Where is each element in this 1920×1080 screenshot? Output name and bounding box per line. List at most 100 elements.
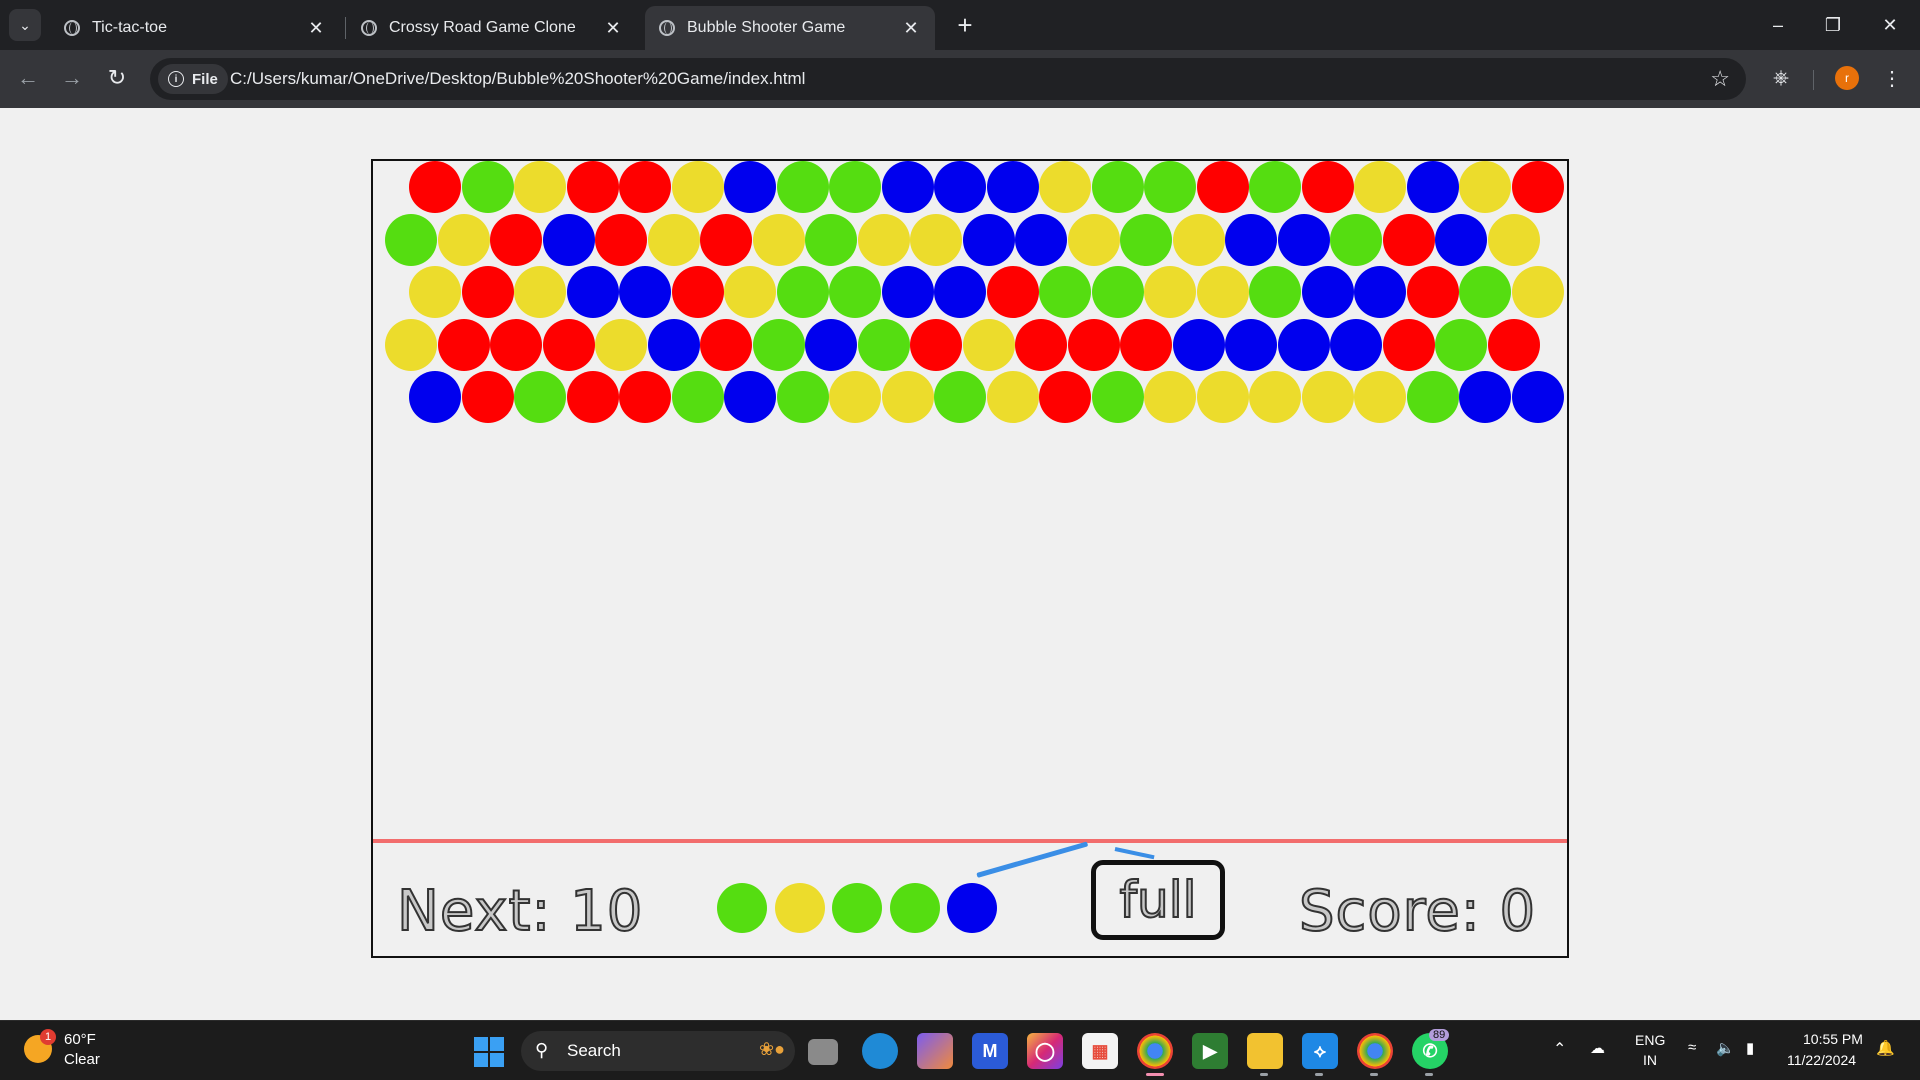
taskbar-search[interactable]: ⚲ Search ❀● [521,1031,795,1071]
bubble [1330,318,1382,371]
bubble [1067,213,1120,266]
bubble [752,213,805,266]
bubble [542,213,595,266]
weather-badge: 1 [40,1029,56,1045]
restore-button[interactable]: ❐ [1813,8,1853,42]
bubble [700,318,752,371]
start-windows-icon[interactable] [474,1037,504,1067]
chrome-profile-icon[interactable] [1357,1033,1393,1069]
close-icon[interactable]: ✕ [306,18,326,39]
tab-search-button[interactable]: ⌄ [9,9,41,41]
vscode-icon[interactable]: ⟡ [1302,1033,1338,1069]
weather-temperature: 60°F [64,1031,96,1048]
bubble [1249,371,1301,423]
bubble [962,213,1015,266]
bubble [776,161,829,213]
bubble [857,213,910,266]
instagram-icon[interactable]: ◯ [1027,1033,1063,1069]
bubble [805,213,857,266]
tab-bubble-shooter[interactable]: Bubble Shooter Game ✕ [645,6,935,50]
microsoft-store-icon[interactable]: ▦ [1082,1033,1118,1069]
chrome-icon[interactable] [1137,1033,1173,1069]
globe-icon [64,20,80,36]
task-view-icon[interactable] [808,1039,838,1065]
bubble [514,266,566,318]
chevron-up-icon[interactable]: ⌃ [1553,1039,1566,1059]
file-explorer-icon[interactable] [1247,1033,1283,1069]
bubble [962,318,1015,371]
wifi-icon[interactable]: ≈ [1688,1039,1696,1056]
onedrive-cloud-icon[interactable]: ☁ [1590,1039,1605,1057]
search-label: Search [567,1041,621,1060]
bubble [1120,213,1172,266]
bubble [1015,318,1067,371]
app-m-icon[interactable]: M [972,1033,1008,1069]
language-bottom[interactable]: IN [1643,1052,1657,1068]
bookmark-star-icon[interactable]: ☆ [1710,66,1730,92]
vscode-running-indicator [1315,1073,1323,1076]
forward-button[interactable]: → [56,62,88,94]
bubble [595,318,647,371]
toolbar-divider [1813,70,1814,90]
score-display: Score: 0 [1298,878,1537,945]
full-button[interactable]: full [1091,860,1225,940]
game-board[interactable]: Next: 10 full Score: 0 [371,159,1569,958]
edge-browser-icon[interactable] [862,1033,898,1069]
extensions-icon[interactable]: ⎈ [1765,62,1797,94]
battery-icon[interactable]: ▮ [1746,1039,1754,1057]
clock-time[interactable]: 10:55 PM [1803,1031,1863,1047]
bubble [542,318,595,371]
window-close-button[interactable]: ✕ [1870,8,1910,42]
menu-kebab-icon[interactable]: ⋮ [1876,62,1908,94]
tab-tic-tac-toe[interactable]: Tic-tac-toe ✕ [50,6,340,50]
taskbar: 1 60°F Clear ⚲ Search ❀● M ◯ ▦ ▶ ⟡ ✆ 89 … [0,1020,1920,1080]
browser-toolbar: ← → ↻ i File C:/Users/kumar/OneDrive/Des… [0,50,1920,108]
bubble [1091,161,1144,213]
close-icon[interactable]: ✕ [901,18,921,39]
bubble [671,161,724,213]
tab-crossy-road[interactable]: Crossy Road Game Clone ✕ [347,6,637,50]
bubble [385,318,437,371]
bubble [566,266,619,318]
bubble [1301,161,1354,213]
search-icon: ⚲ [535,1040,549,1060]
bubble [881,266,934,318]
bubble [1487,318,1540,371]
bubble [671,266,724,318]
bubble [1459,371,1511,423]
close-icon[interactable]: ✕ [603,18,623,39]
chrome-profile-running-indicator [1370,1073,1378,1076]
bubble [1249,266,1301,318]
url-text[interactable]: C:/Users/kumar/OneDrive/Desktop/Bubble%2… [230,69,805,89]
aim-line-reflection [1114,847,1155,860]
profile-avatar[interactable]: r [1835,66,1859,90]
clock-date[interactable]: 11/22/2024 [1787,1052,1856,1068]
autumn-decoration-icon: ❀● [759,1039,785,1059]
bubble [1459,161,1511,213]
whatsapp-badge: 89 [1429,1029,1450,1041]
bubble [1039,161,1091,213]
aim-line [976,841,1089,878]
bubble [776,266,829,318]
address-bar[interactable]: i File C:/Users/kumar/OneDrive/Desktop/B… [150,58,1746,100]
minimize-button[interactable]: – [1758,8,1798,42]
notification-bell-icon[interactable]: 🔔 [1876,1039,1895,1057]
bubble [409,161,461,213]
queued-bubble [832,883,882,933]
bubble [1144,266,1196,318]
new-tab-button[interactable]: + [950,10,980,41]
reload-button[interactable]: ↻ [101,62,133,94]
bubble [1487,213,1540,266]
copilot-icon[interactable] [917,1033,953,1069]
bubble [1406,371,1459,423]
tab-title: Bubble Shooter Game [687,19,846,36]
back-button[interactable]: ← [12,62,44,94]
site-info-chip[interactable]: i File [158,64,228,94]
bubble [1511,266,1564,318]
globe-icon [361,20,377,36]
language-top[interactable]: ENG [1635,1032,1665,1048]
volume-icon[interactable]: 🔈 [1716,1039,1735,1057]
tab-strip: ⌄ Tic-tac-toe ✕ Crossy Road Game Clone ✕… [0,0,1920,50]
meet-camera-icon[interactable]: ▶ [1192,1033,1228,1069]
bubble [671,371,724,423]
